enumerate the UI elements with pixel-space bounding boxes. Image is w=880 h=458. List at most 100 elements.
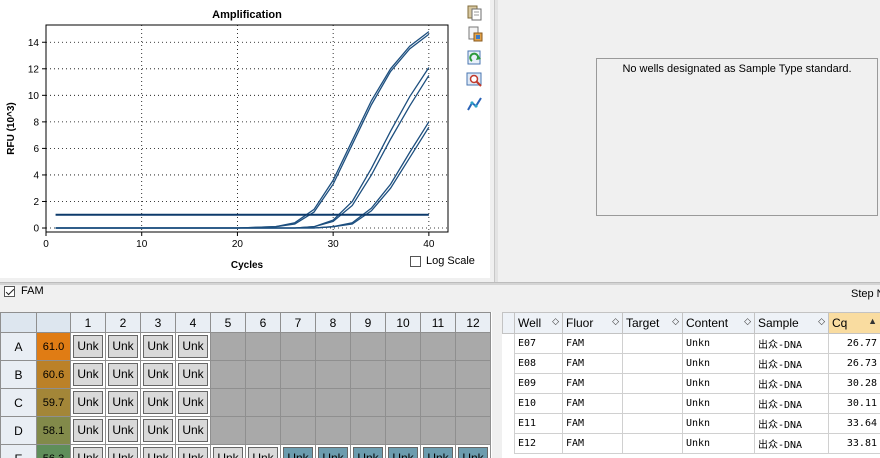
plate-well[interactable] [245,332,281,361]
plate-well[interactable] [280,416,316,445]
plate-well[interactable] [245,416,281,445]
plate-column-header[interactable]: 2 [105,312,141,333]
plate-well[interactable]: Unk [280,444,316,458]
plate-column-header[interactable]: 12 [455,312,491,333]
plate-well[interactable] [245,388,281,417]
plate-row-header[interactable]: B [0,360,37,389]
plate-well[interactable] [350,388,386,417]
results-column-header[interactable]: Well ◇ [514,312,563,334]
results-row[interactable]: E08 FAM Unkn 出众-DNA 26.73 [503,353,880,374]
plate-column-header[interactable]: 11 [420,312,456,333]
sort-icon[interactable]: ◇ [612,316,619,327]
plate-well[interactable]: Unk [175,332,211,361]
fluor-filter[interactable]: FAM [4,285,44,297]
plate-corner[interactable] [0,312,37,333]
plate-well[interactable]: Unk [385,444,421,458]
results-row[interactable]: E12 FAM Unkn 出众-DNA 33.81 [503,433,880,454]
results-table[interactable]: Well ◇ Fluor ◇ Target ◇ Content ◇ Sample ◇ Cq ▲ E07… [502,312,880,458]
copy-icon[interactable] [466,3,484,21]
plate-well[interactable]: Unk [175,416,211,445]
plate-column-header[interactable]: 4 [175,312,211,333]
plate-column-header[interactable]: 10 [385,312,421,333]
plate-well[interactable] [280,388,316,417]
horizontal-splitter[interactable] [0,282,880,285]
plate-well[interactable]: Unk [105,416,141,445]
plate-well[interactable]: Unk [140,360,176,389]
plate-well[interactable] [420,388,456,417]
plate-well[interactable] [350,360,386,389]
plate-well[interactable]: Unk [175,360,211,389]
plate-well[interactable] [210,360,246,389]
plate-well[interactable] [420,332,456,361]
plate-well[interactable]: Unk [175,388,211,417]
plate-well[interactable]: Unk [315,444,351,458]
amplification-chart[interactable]: 0 10 20 30 40 0 2 4 6 8 10 12 14 Amplification Cycles R… [0,0,490,278]
plate-column-header[interactable]: 6 [245,312,281,333]
plate-well[interactable] [280,360,316,389]
sort-icon[interactable]: ◇ [818,316,825,327]
plate-well[interactable] [385,416,421,445]
plate-column-header[interactable]: 7 [280,312,316,333]
plate-well[interactable] [315,388,351,417]
plate-well[interactable]: Unk [140,332,176,361]
plate-column-header[interactable]: 5 [210,312,246,333]
plate-well[interactable]: Unk [420,444,456,458]
results-column-header[interactable]: Sample ◇ [754,312,829,334]
sort-icon[interactable]: ◇ [552,316,559,327]
results-row[interactable]: E11 FAM Unkn 出众-DNA 33.64 [503,413,880,434]
plate-well[interactable] [280,332,316,361]
plate-well[interactable]: Unk [105,388,141,417]
results-column-header[interactable]: Fluor ◇ [562,312,623,334]
plate-well[interactable] [210,416,246,445]
plate-well[interactable] [455,388,491,417]
refresh-icon[interactable] [466,49,484,67]
plate-well[interactable] [315,332,351,361]
results-row[interactable]: E07 FAM Unkn 出众-DNA 26.77 [503,333,880,354]
sort-icon[interactable]: ▲ [868,316,877,326]
sort-icon[interactable]: ◇ [744,316,751,327]
plate-well[interactable] [385,360,421,389]
plate-well[interactable]: Unk [455,444,491,458]
plate-well[interactable]: Unk [70,332,106,361]
plate-row-header[interactable]: C [0,388,37,417]
plate-row-header[interactable]: D [0,416,37,445]
log-scale-toggle[interactable]: Log Scale [410,255,475,267]
plate-view[interactable]: 1 2 3 4 5 6 7 8 9 10 11 12 A 61.0 Unk Unk Unk Unk B 60.6 Un… [0,312,492,458]
sort-icon[interactable]: ◇ [672,316,679,327]
plate-well[interactable]: Unk [70,360,106,389]
plate-row-header[interactable]: E [0,444,37,458]
plate-well[interactable]: Unk [140,388,176,417]
plate-well[interactable] [245,360,281,389]
log-scale-checkbox[interactable] [410,255,421,267]
plate-well[interactable]: Unk [175,444,211,458]
plate-well[interactable] [315,360,351,389]
plate-well[interactable]: Unk [245,444,281,458]
plate-well[interactable]: Unk [70,416,106,445]
plate-well[interactable]: Unk [210,444,246,458]
chart-options-icon[interactable] [466,95,484,113]
plate-well[interactable] [210,388,246,417]
results-row[interactable]: E10 FAM Unkn 出众-DNA 30.11 [503,393,880,414]
plate-well[interactable] [315,416,351,445]
plate-well[interactable] [350,332,386,361]
plate-well[interactable]: Unk [105,444,141,458]
plate-well[interactable] [210,332,246,361]
results-column-header[interactable]: Target ◇ [622,312,683,334]
plate-well[interactable] [455,416,491,445]
plate-well[interactable] [420,360,456,389]
plate-column-header[interactable]: 1 [70,312,106,333]
results-column-header[interactable]: Cq ▲ [828,312,880,334]
plate-column-header[interactable]: 3 [140,312,176,333]
plate-column-header[interactable]: 8 [315,312,351,333]
zoom-icon[interactable] [466,71,484,89]
plate-well[interactable]: Unk [140,444,176,458]
plate-well[interactable] [455,332,491,361]
plate-well[interactable] [385,388,421,417]
results-column-header[interactable]: Content ◇ [682,312,755,334]
plate-well[interactable]: Unk [350,444,386,458]
plate-column-header[interactable]: 9 [350,312,386,333]
results-row[interactable]: E09 FAM Unkn 出众-DNA 30.28 [503,373,880,394]
plate-well[interactable] [350,416,386,445]
plate-well[interactable] [455,360,491,389]
plate-well[interactable]: Unk [105,360,141,389]
